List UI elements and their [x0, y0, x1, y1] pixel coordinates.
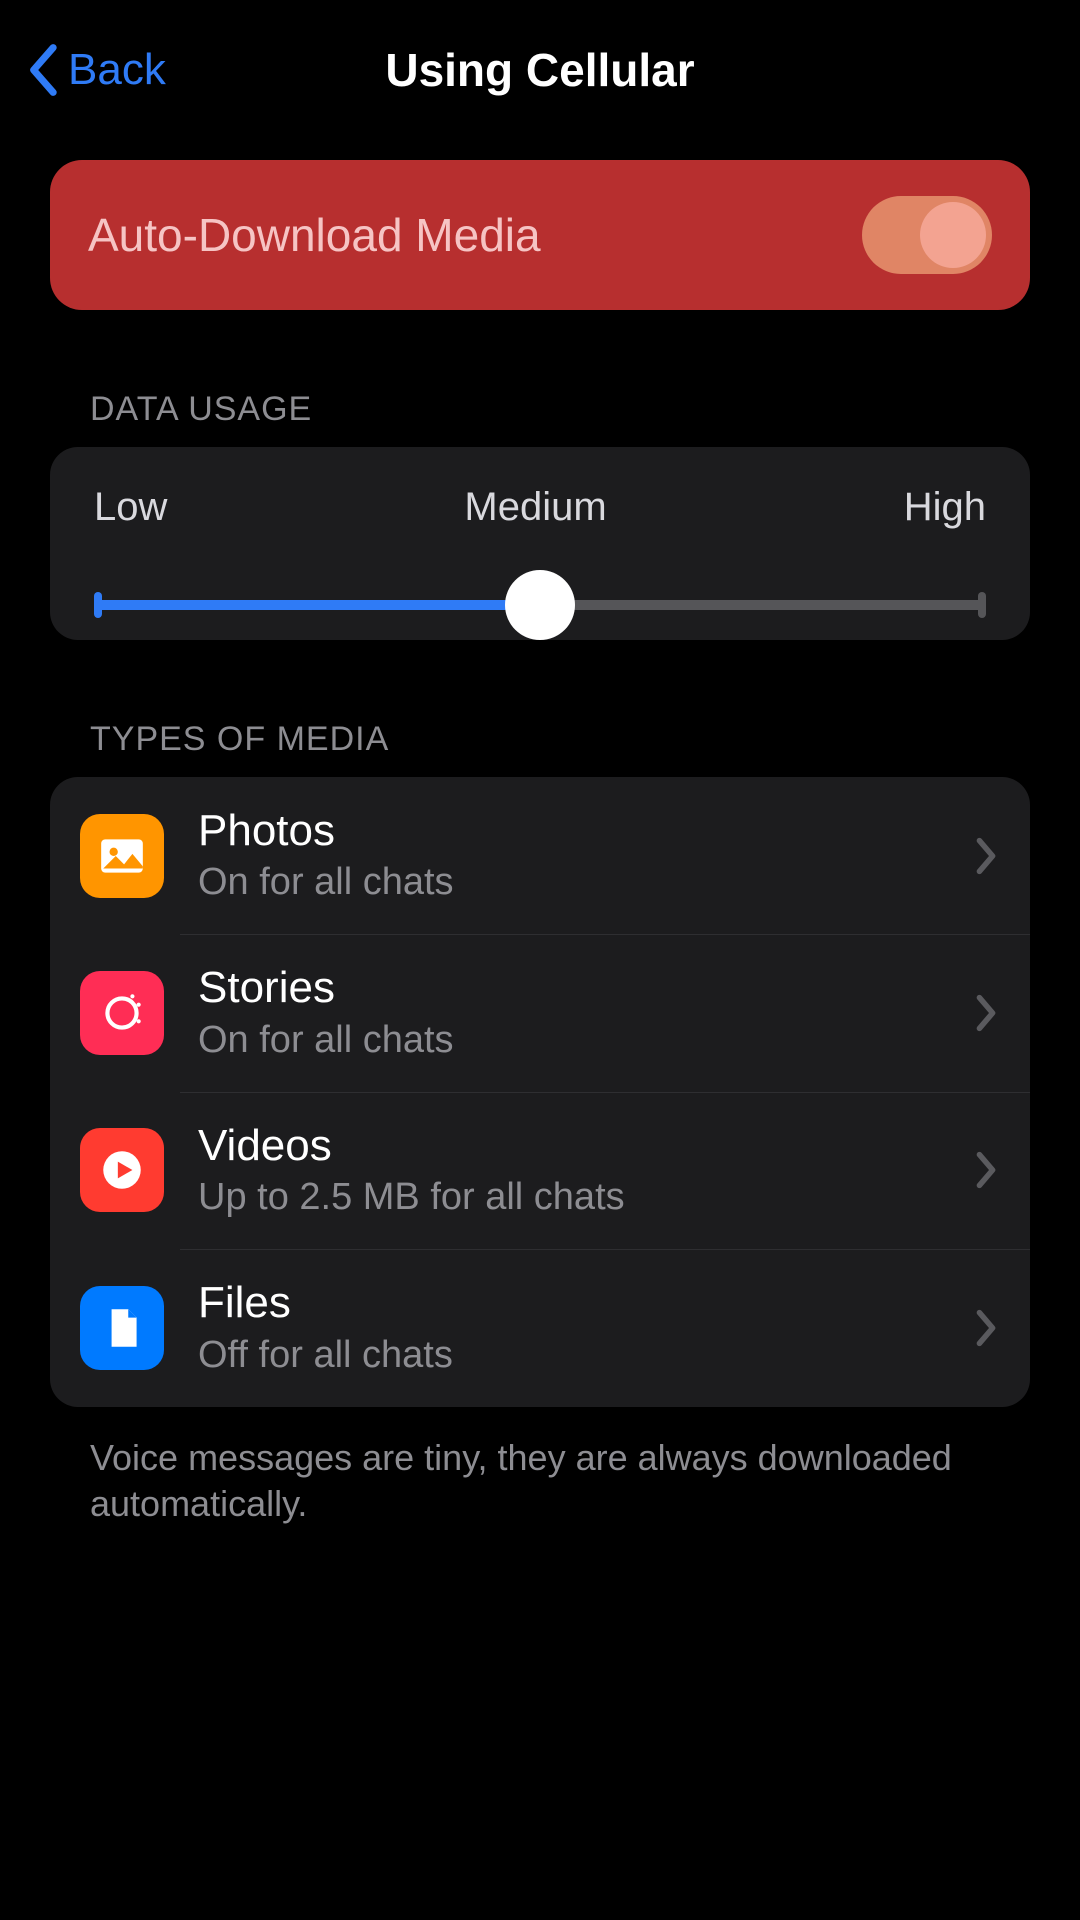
data-usage-medium: Medium [464, 485, 606, 530]
auto-download-card: Auto-Download Media [50, 160, 1030, 310]
slider-tick-low [94, 592, 102, 618]
media-title: Photos [198, 807, 972, 855]
media-row-photos[interactable]: Photos On for all chats [50, 777, 1030, 934]
slider-tick-high [978, 592, 986, 618]
chevron-left-icon [24, 42, 60, 98]
media-title: Stories [198, 964, 972, 1012]
nav-bar: Back Using Cellular [0, 0, 1080, 140]
media-header: TYPES OF MEDIA [90, 720, 990, 759]
toggle-knob [920, 202, 986, 268]
chevron-right-icon [972, 991, 1000, 1035]
auto-download-label: Auto-Download Media [88, 208, 541, 262]
media-row-stories[interactable]: Stories On for all chats [50, 934, 1030, 1091]
data-usage-low: Low [94, 485, 167, 530]
chevron-right-icon [972, 834, 1000, 878]
media-title: Videos [198, 1122, 972, 1170]
media-row-videos[interactable]: Videos Up to 2.5 MB for all chats [50, 1092, 1030, 1249]
media-card: Photos On for all chats Stories On for a… [50, 777, 1030, 1407]
footer-note: Voice messages are tiny, they are always… [90, 1435, 990, 1529]
media-row-text: Photos On for all chats [198, 807, 972, 904]
auto-download-row[interactable]: Auto-Download Media [70, 186, 1010, 284]
back-button[interactable]: Back [24, 42, 166, 98]
media-row-text: Files Off for all chats [198, 1279, 972, 1376]
chevron-right-icon [972, 1148, 1000, 1192]
media-subtitle: On for all chats [198, 1019, 972, 1062]
slider-thumb[interactable] [505, 570, 575, 640]
media-row-files[interactable]: Files Off for all chats [50, 1249, 1030, 1406]
auto-download-toggle[interactable] [862, 196, 992, 274]
back-label: Back [68, 45, 166, 95]
media-subtitle: Up to 2.5 MB for all chats [198, 1176, 972, 1219]
photos-icon [80, 814, 164, 898]
data-usage-header: DATA USAGE [90, 390, 990, 429]
media-row-text: Stories On for all chats [198, 964, 972, 1061]
files-icon [80, 1286, 164, 1370]
data-usage-card: Low Medium High [50, 447, 1030, 640]
chevron-right-icon [972, 1306, 1000, 1350]
media-subtitle: Off for all chats [198, 1334, 972, 1377]
slider-fill [94, 600, 540, 610]
media-row-text: Videos Up to 2.5 MB for all chats [198, 1122, 972, 1219]
data-usage-labels: Low Medium High [50, 447, 1030, 530]
videos-icon [80, 1128, 164, 1212]
data-usage-high: High [904, 485, 986, 530]
media-title: Files [198, 1279, 972, 1327]
stories-icon [80, 971, 164, 1055]
data-usage-slider[interactable] [94, 570, 986, 640]
media-subtitle: On for all chats [198, 861, 972, 904]
